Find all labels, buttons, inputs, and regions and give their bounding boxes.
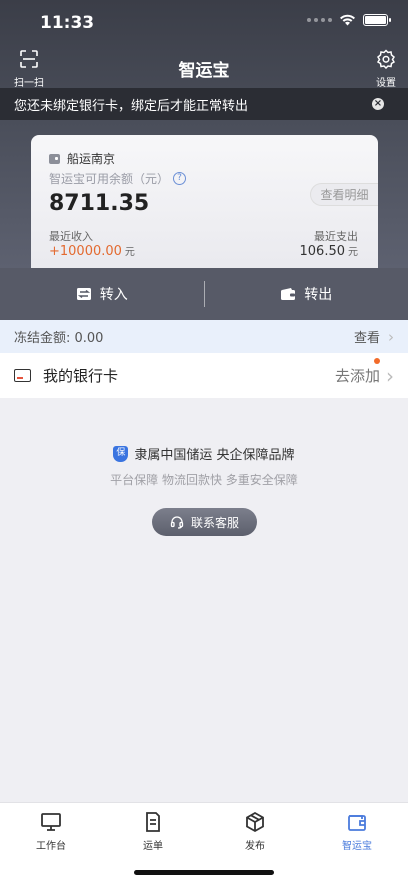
expense-unit: 元 — [348, 247, 358, 258]
recent-expense-value: 106.50 — [299, 244, 346, 259]
transfer-in-icon — [76, 288, 91, 300]
company-name: 船运南京 — [49, 150, 115, 167]
add-bank-card-label: 去添加 — [334, 367, 380, 385]
transfer-in-button[interactable]: 转入 — [0, 268, 204, 320]
help-icon[interactable]: ? — [173, 172, 187, 185]
income-unit: 元 — [124, 247, 135, 258]
battery-icon — [363, 14, 391, 26]
bank-card-icon — [14, 369, 31, 382]
brand-subtitle: 平台保障 物流回款快 多重安全保障 — [110, 473, 298, 487]
my-bank-card-row[interactable]: 我的银行卡 去添加 › — [0, 353, 408, 398]
tab-workbench[interactable]: 工作台 — [0, 803, 102, 883]
wallet-small-icon — [49, 153, 60, 164]
gear-icon — [376, 49, 396, 70]
bank-card-label: 我的银行卡 — [43, 367, 119, 385]
balance-label: 智运宝可用余额（元） ? — [49, 170, 187, 187]
recent-income: +10000.00 元 — [49, 243, 135, 259]
tab-workbench-label: 工作台 — [36, 841, 66, 852]
bind-card-notice: 您还未绑定银行卡，绑定后才能正常转出 × — [0, 88, 408, 120]
transfer-out-icon — [281, 288, 296, 300]
wallet-icon — [348, 815, 366, 831]
notification-dot — [374, 357, 380, 364]
tab-waybill-label: 运单 — [143, 841, 163, 852]
contact-support-label: 联系客服 — [190, 515, 239, 530]
balance-card: 船运南京 智运宝可用余额（元） ? 8711.35 查看明细 最近收入 +100… — [31, 135, 378, 275]
brand-title: 隶属中国储运 央企保障品牌 — [134, 448, 295, 463]
status-icons — [307, 14, 391, 26]
frozen-view-link[interactable]: 查看 › — [353, 327, 394, 347]
frozen-amount-row: 冻结金额: 0.00 查看 › — [0, 320, 408, 353]
signal-icon — [307, 18, 332, 22]
recent-expense: 106.50 元 — [300, 243, 359, 259]
status-time: 11:33 — [40, 13, 95, 33]
frozen-view-label: 查看 — [353, 331, 380, 346]
chevron-right-icon: › — [388, 327, 394, 346]
headset-icon — [170, 516, 184, 529]
transfer-in-label: 转入 — [99, 287, 128, 303]
balance-value: 8711.35 — [49, 191, 150, 216]
document-icon — [146, 812, 160, 832]
page-title: 智运宝 — [178, 61, 230, 81]
view-details-button[interactable]: 查看明细 — [310, 183, 378, 206]
tab-zhiyunbao[interactable]: 智运宝 — [306, 803, 408, 883]
recent-income-value: +10000.00 — [49, 244, 122, 259]
close-icon[interactable]: × — [372, 98, 384, 110]
status-bar: 11:33 — [0, 0, 408, 44]
contact-support-button[interactable]: 联系客服 — [152, 508, 257, 536]
monitor-icon — [41, 813, 61, 831]
package-icon — [246, 811, 264, 833]
transfer-out-button[interactable]: 转出 — [205, 268, 408, 320]
recent-income-label: 最近收入 — [49, 230, 93, 243]
frozen-amount: 冻结金额: 0.00 — [14, 331, 104, 346]
tab-publish-label: 发布 — [245, 841, 265, 852]
settings-button[interactable]: 设置 — [374, 49, 398, 89]
transfer-actions: 转入 转出 — [0, 268, 408, 320]
company-label: 船运南京 — [67, 152, 116, 166]
brand-line: 保 隶属中国储运 央企保障品牌 — [0, 444, 408, 463]
balance-label-text: 智运宝可用余额（元） — [49, 172, 170, 186]
notice-text: 您还未绑定银行卡，绑定后才能正常转出 — [14, 98, 249, 114]
shield-icon: 保 — [113, 445, 129, 462]
recent-expense-label: 最近支出 — [314, 230, 358, 243]
chevron-right-icon: › — [386, 363, 394, 388]
settings-label: 设置 — [376, 78, 396, 89]
add-bank-card-link[interactable]: 去添加 › — [334, 357, 394, 388]
nav-bar: 扫一扫 智运宝 设置 — [0, 44, 408, 89]
tab-zhiyunbao-label: 智运宝 — [342, 841, 372, 852]
wifi-icon — [340, 14, 355, 26]
transfer-out-label: 转出 — [304, 287, 333, 303]
home-indicator — [134, 870, 274, 875]
brand-section: 保 隶属中国储运 央企保障品牌 平台保障 物流回款快 多重安全保障 — [0, 444, 408, 488]
